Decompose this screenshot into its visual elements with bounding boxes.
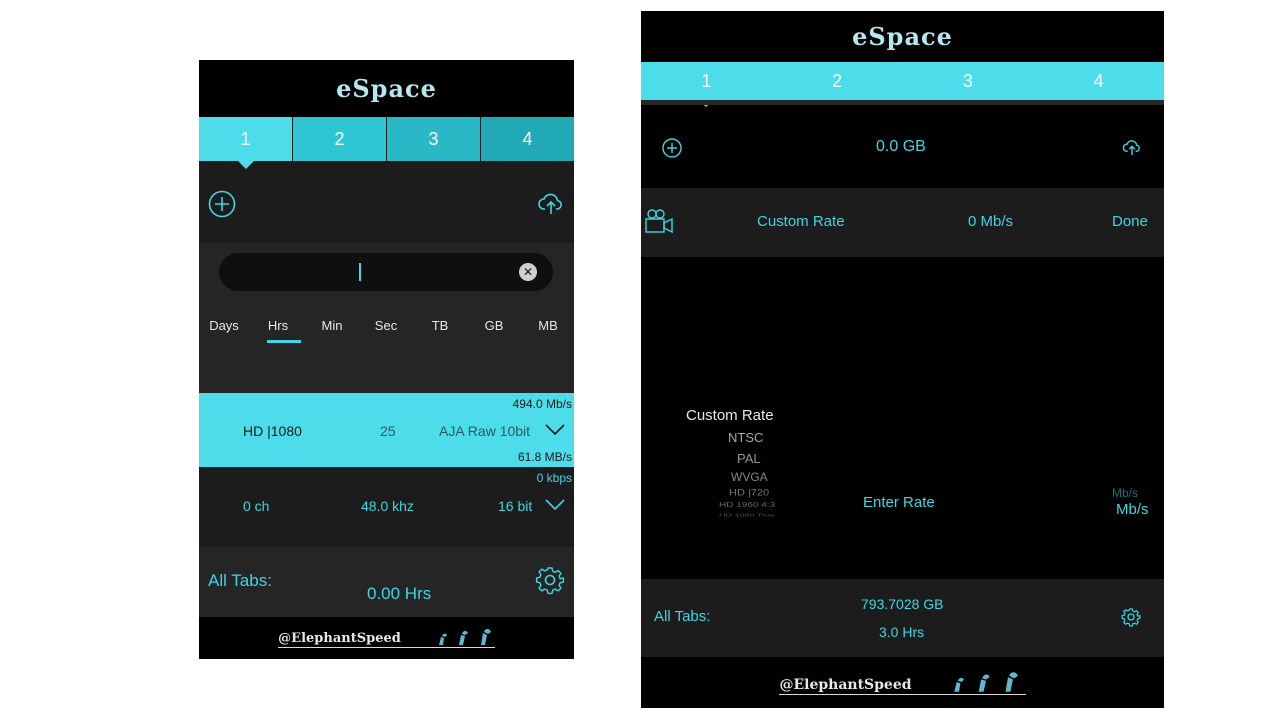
cloud-upload-icon[interactable] — [537, 189, 565, 217]
enter-rate-input[interactable]: Enter Rate — [863, 494, 935, 511]
all-tabs-label-right: All Tabs: — [654, 608, 711, 625]
unit-selected-indicator — [267, 340, 301, 343]
total-gb: 793.7028 GB — [861, 596, 944, 612]
video-bitrate-top: 494.0 Mb/s — [512, 397, 572, 411]
unit-sec[interactable]: Sec — [369, 318, 403, 333]
picker-item[interactable]: HD 1960 4:3 — [719, 502, 775, 510]
cloud-upload-icon-right[interactable] — [1122, 137, 1142, 157]
picker-item[interactable]: PAL — [737, 451, 761, 466]
tab-1[interactable]: 1 — [199, 117, 292, 169]
total-hours: 0.00 Hrs — [367, 584, 432, 603]
tab-2[interactable]: 2 — [292, 117, 386, 161]
audio-chevron-down-icon[interactable] — [545, 499, 565, 511]
tab-bar: 1 2 3 4 — [199, 117, 574, 169]
picker-item[interactable]: HD 1080 True — [719, 513, 775, 518]
gear-icon[interactable] — [535, 565, 565, 595]
chevron-down-icon[interactable] — [545, 424, 565, 436]
picker-item[interactable]: WVGA — [731, 470, 768, 484]
picker-item[interactable]: HD |720 — [729, 488, 769, 498]
unit-days[interactable]: Days — [207, 318, 241, 333]
app-title-right: eSpace — [641, 11, 1164, 62]
left-phone-screen: eSpace 1 2 3 4 ✕ Days Hrs Min Sec TB GB … — [199, 60, 574, 659]
brand-line-right: @ElephantSpeed — [779, 671, 1026, 695]
audio-sample-rate: 48.0 khz — [361, 498, 414, 514]
clear-icon[interactable]: ✕ — [519, 263, 537, 281]
unit-selector: Days Hrs Min Sec TB GB MB — [207, 318, 565, 333]
footer-brand-right: @ElephantSpeed — [641, 657, 1164, 708]
tab-3-right[interactable]: 3 — [903, 62, 1034, 100]
elephant-runners-icon — [409, 628, 495, 646]
video-format: HD |1080 — [243, 423, 302, 439]
text-cursor — [359, 263, 361, 281]
value-input[interactable]: ✕ — [219, 253, 553, 291]
done-button[interactable]: Done — [1112, 213, 1148, 230]
tab-bar-shadow — [641, 100, 1164, 105]
unit-min[interactable]: Min — [315, 318, 349, 333]
unit-hrs[interactable]: Hrs — [261, 318, 295, 333]
gear-icon-right[interactable] — [1121, 607, 1141, 627]
brand-name: @ElephantSpeed — [278, 631, 401, 646]
picker-item[interactable]: NTSC — [728, 430, 763, 445]
brand-name-right: @ElephantSpeed — [779, 676, 912, 693]
all-tabs-label: All Tabs: — [208, 571, 272, 590]
video-codec: AJA Raw 10bit — [439, 423, 531, 439]
action-row — [199, 169, 574, 243]
picker-item-selected[interactable]: Custom Rate — [686, 407, 774, 424]
video-fps: 25 — [380, 423, 396, 439]
add-icon[interactable] — [208, 190, 236, 218]
app-title: eSpace — [199, 60, 574, 117]
footer-brand: @ElephantSpeed — [199, 617, 574, 659]
elephant-runners-icon-right — [920, 671, 1026, 693]
unit-faded: Mb/s — [1112, 486, 1139, 500]
tab-4[interactable]: 4 — [480, 117, 574, 161]
audio-bit-depth: 16 bit — [498, 498, 533, 514]
storage-total: 0.0 GB — [876, 138, 926, 155]
audio-channels: 0 ch — [243, 498, 270, 514]
brand-line: @ElephantSpeed — [278, 628, 495, 648]
total-hrs: 3.0 Hrs — [879, 624, 925, 640]
unit-gb[interactable]: GB — [477, 318, 511, 333]
tab-3[interactable]: 3 — [386, 117, 480, 161]
right-phone-screen: eSpace 1 2 3 4 0.0 GB Custom Rate 0 Mb/s… — [641, 11, 1164, 708]
tab-1-right[interactable]: 1 — [641, 62, 772, 107]
unit-selected[interactable]: Mb/s — [1116, 501, 1149, 518]
tab-4-right[interactable]: 4 — [1033, 62, 1164, 100]
audio-rate: 0 kbps — [536, 471, 572, 485]
totals-row-right — [641, 579, 1164, 657]
video-camera-icon — [644, 209, 674, 235]
tab-2-right[interactable]: 2 — [772, 62, 903, 100]
unit-mb[interactable]: MB — [531, 318, 565, 333]
add-icon-right[interactable] — [662, 138, 682, 158]
unit-tb[interactable]: TB — [423, 318, 457, 333]
tab-bar-right: 1 2 3 4 — [641, 62, 1164, 107]
custom-rate-row — [641, 188, 1164, 257]
rate-value: 0 Mb/s — [968, 213, 1014, 230]
video-bitrate-bottom: 61.8 MB/s — [517, 450, 572, 464]
rate-preset-picker[interactable]: Custom Rate NTSC PAL WVGA HD |720 HD 196… — [681, 407, 831, 527]
custom-rate-label: Custom Rate — [757, 213, 845, 230]
